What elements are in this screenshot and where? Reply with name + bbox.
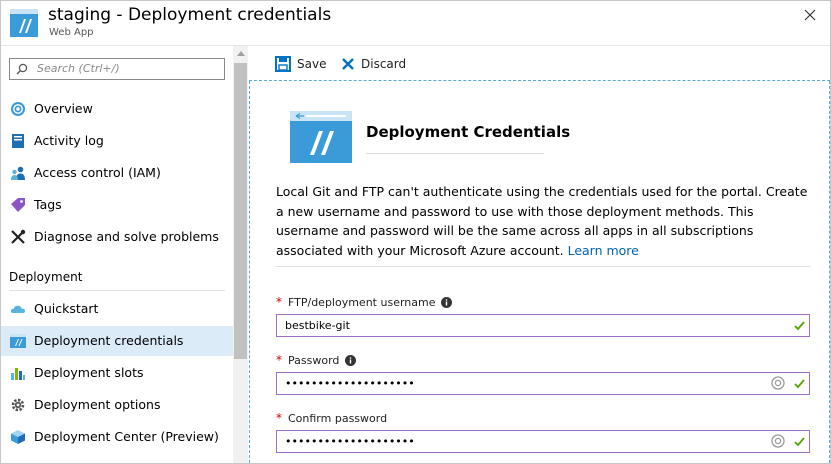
cloud-icon <box>10 305 25 313</box>
save-icon <box>275 56 291 72</box>
username-label: * FTP/deployment username <box>276 295 453 309</box>
sidebar-item-deployment-center[interactable]: Deployment Center (Preview) <box>1 422 233 452</box>
sidebar-item-label: Deployment slots <box>34 365 144 380</box>
sidebar-item-label: Overview <box>34 101 93 116</box>
sidebar-item-label: Deployment options <box>34 397 161 412</box>
sidebar-item-overview[interactable]: Overview <box>1 94 233 124</box>
webapp-icon <box>290 111 352 163</box>
discard-button[interactable]: Discard <box>341 55 406 73</box>
confirm-password-label: * Confirm password <box>276 411 387 425</box>
description-text: Local Git and FTP can't authenticate usi… <box>276 184 808 258</box>
scroll-up-arrow-icon[interactable] <box>237 51 245 56</box>
reveal-password-icon[interactable] <box>771 434 785 448</box>
sidebar-item-activity-log[interactable]: Activity log <box>1 126 233 156</box>
sidebar-item-tags[interactable]: Tags <box>1 190 233 220</box>
required-marker: * <box>276 295 282 309</box>
sidebar-item-quickstart[interactable]: Quickstart <box>1 294 233 324</box>
scrollbar-thumb[interactable] <box>234 63 247 359</box>
sidebar-item-label: Deployment credentials <box>34 333 184 348</box>
info-icon[interactable] <box>441 296 453 308</box>
sidebar: « Overview Activity log <box>1 46 249 463</box>
gear-icon <box>11 398 25 412</box>
sidebar-item-label: Activity log <box>34 133 104 148</box>
required-marker: * <box>276 353 282 367</box>
page-title: Deployment Credentials <box>366 123 571 141</box>
tag-icon <box>11 198 25 212</box>
username-input[interactable] <box>285 317 755 333</box>
required-marker: * <box>276 411 282 425</box>
reveal-password-icon[interactable] <box>771 376 785 390</box>
slots-icon <box>11 368 25 380</box>
command-bar: Save Discard <box>249 46 830 81</box>
valid-check-icon <box>794 379 805 389</box>
sidebar-item-diagnose[interactable]: Diagnose and solve problems <box>1 222 233 252</box>
sidebar-item-label: Deployment Center (Preview) <box>34 429 219 444</box>
sidebar-item-label: Diagnose and solve problems <box>34 229 219 244</box>
confirm-password-label-text: Confirm password <box>288 411 388 425</box>
globe-icon <box>11 102 25 116</box>
section-heading-deployment: Deployment <box>9 270 83 284</box>
password-label: * Password <box>276 353 357 367</box>
blade-header: staging - Deployment credentials Web App <box>1 1 830 46</box>
description-divider <box>276 266 810 267</box>
activity-log-icon <box>12 134 24 148</box>
sidebar-item-label: Access control (IAM) <box>34 165 161 180</box>
cube-icon <box>11 430 25 444</box>
search-input[interactable] <box>37 60 217 76</box>
confirm-password-input[interactable] <box>285 433 755 449</box>
sidebar-item-deployment-credentials[interactable]: Deployment credentials <box>1 326 233 356</box>
username-field[interactable] <box>276 314 810 337</box>
people-icon <box>11 166 25 180</box>
blade-title: staging - Deployment credentials <box>48 5 332 25</box>
save-button[interactable]: Save <box>275 55 326 73</box>
valid-check-icon <box>794 437 805 447</box>
description: Local Git and FTP can't authenticate usi… <box>276 182 816 260</box>
discard-label: Discard <box>361 57 407 71</box>
sidebar-item-label: Quickstart <box>34 301 99 316</box>
title-divider <box>366 153 544 154</box>
content-area: Deployment Credentials Local Git and FTP… <box>249 81 830 463</box>
sidebar-item-label: Tags <box>34 197 62 212</box>
password-field[interactable] <box>276 372 810 395</box>
section-divider <box>9 290 225 291</box>
info-icon[interactable] <box>345 354 357 366</box>
close-icon[interactable] <box>802 7 818 23</box>
confirm-password-field[interactable] <box>276 430 810 453</box>
search-box[interactable] <box>9 58 225 80</box>
save-label: Save <box>297 57 327 71</box>
sidebar-item-deployment-slots[interactable]: Deployment slots <box>1 358 233 388</box>
sidebar-item-deployment-options[interactable]: Deployment options <box>1 390 233 420</box>
password-label-text: Password <box>288 353 340 367</box>
username-label-text: FTP/deployment username <box>288 295 436 309</box>
blade-subtitle: Web App <box>49 27 94 38</box>
search-icon <box>16 63 28 75</box>
blade: staging - Deployment credentials Web App… <box>0 0 831 464</box>
wrench-icon <box>11 229 26 244</box>
discard-icon <box>342 58 354 70</box>
valid-check-icon <box>794 321 805 331</box>
learn-more-link[interactable]: Learn more <box>568 243 639 258</box>
webapp-icon <box>10 9 38 37</box>
password-input[interactable] <box>285 375 755 391</box>
webapp-icon <box>10 334 26 348</box>
main-panel: Save Discard Deployment Credentials Loca… <box>249 46 830 463</box>
sidebar-item-access-control[interactable]: Access control (IAM) <box>1 158 233 188</box>
